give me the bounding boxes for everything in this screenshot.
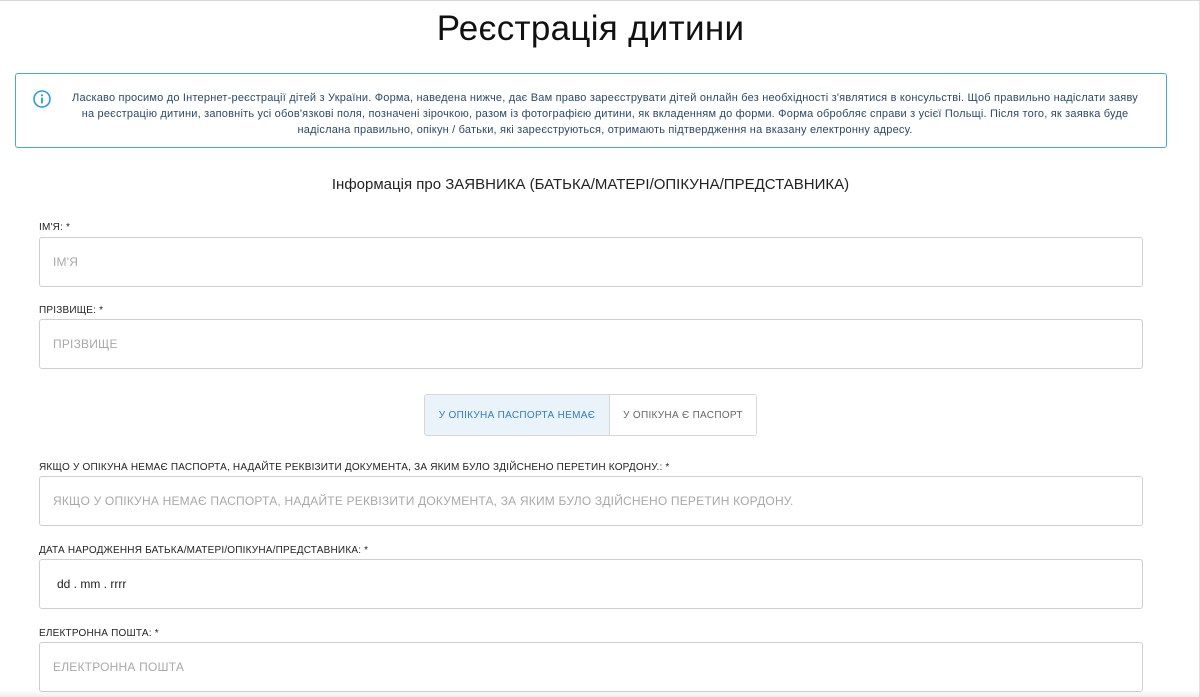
info-text: Ласкаво просимо до Інтернет-реєстрації д… [72, 92, 1138, 136]
registration-page: Реєстрація дитини Ласкаво просимо до Інт… [0, 0, 1200, 697]
border-document-label: ЯКЩО У ОПІКУНА НЕМАЄ ПАСПОРТА, НАДАЙТЕ Р… [39, 462, 670, 473]
info-alert: Ласкаво просимо до Інтернет-реєстрації д… [15, 73, 1167, 148]
bottom-fade [0, 690, 1200, 697]
first-name-label: ІМ'Я: * [39, 222, 71, 233]
email-label: ЕЛЕКТРОННА ПОШТА: * [39, 628, 159, 639]
border-document-input[interactable] [39, 476, 1143, 526]
last-name-label: ПРІЗВИЩЕ: * [39, 305, 104, 316]
passport-toggle: У ОПІКУНА ПАСПОРТА НЕМАЄ У ОПІКУНА Є ПАС… [424, 394, 757, 436]
birth-date-value: dd . mm . rrrr [57, 577, 127, 591]
no-passport-option[interactable]: У ОПІКУНА ПАСПОРТА НЕМАЄ [425, 395, 610, 435]
page-title: Реєстрація дитини [436, 9, 745, 48]
birth-date-label: ДАТА НАРОДЖЕННЯ БАТЬКА/МАТЕРІ/ОПІКУНА/ПР… [39, 545, 369, 556]
birth-date-input[interactable]: dd . mm . rrrr [39, 559, 1143, 609]
info-circle-icon [33, 90, 51, 108]
first-name-input[interactable] [39, 237, 1143, 287]
has-passport-option[interactable]: У ОПІКУНА Є ПАСПОРТ [610, 395, 756, 435]
applicant-section-heading: Інформація про ЗАЯВНИКА (БАТЬКА/МАТЕРІ/О… [331, 176, 850, 193]
last-name-input[interactable] [39, 319, 1143, 369]
email-input[interactable] [39, 642, 1143, 692]
